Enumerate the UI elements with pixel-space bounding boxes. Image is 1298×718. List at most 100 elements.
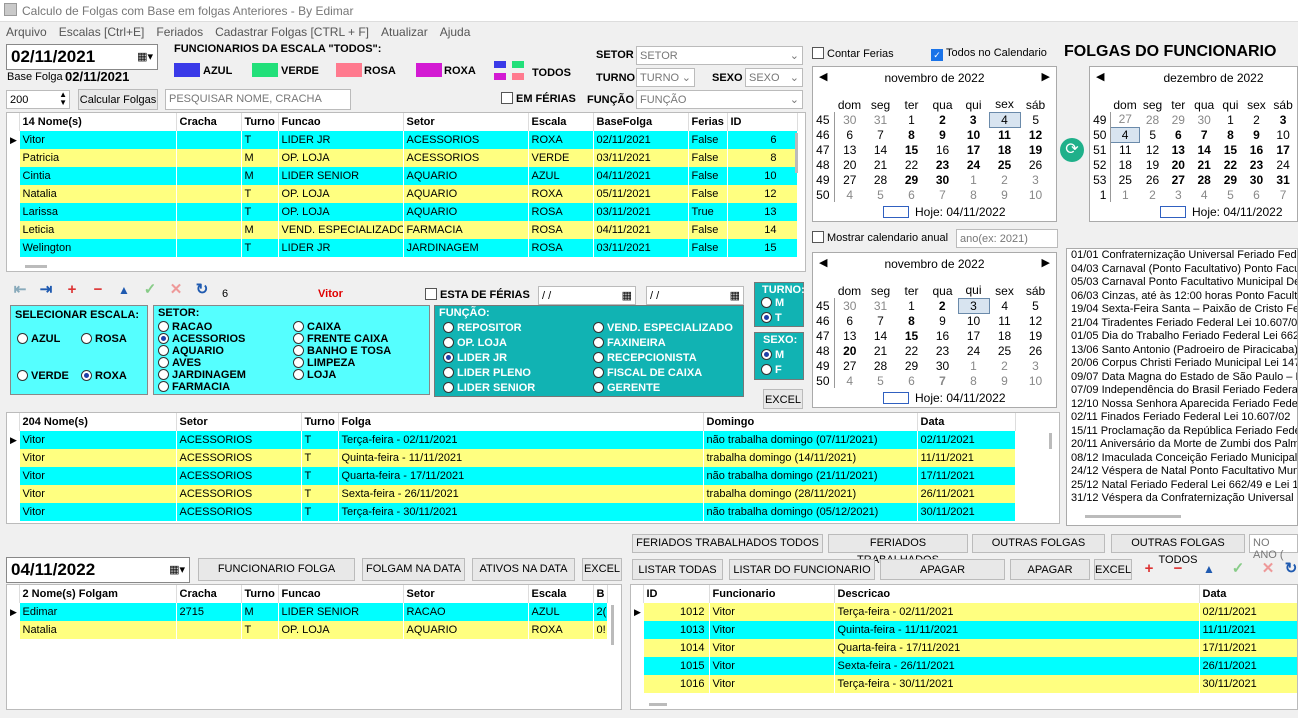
col-turno[interactable]: Turno <box>241 585 279 603</box>
table-row[interactable]: Natalia T OP. LOJA AQUARIO ROXA 0! <box>7 621 608 639</box>
calendar-day[interactable]: 23 <box>927 157 958 172</box>
calendar-day[interactable]: 22 <box>896 343 927 358</box>
calendar-day[interactable]: 1 <box>896 298 927 313</box>
table-row[interactable]: Vitor ACESSORIOS T Quarta-feira - 17/11/202… <box>7 467 1016 485</box>
checkbox-box[interactable] <box>812 231 824 243</box>
calendar-day[interactable]: 17 <box>1270 142 1297 157</box>
calendar-day[interactable]: 7 <box>927 187 958 202</box>
table-row[interactable]: 1015 Vitor Sexta-feira - 26/11/2021 26/11/2… <box>631 657 1297 675</box>
table-row[interactable]: Vitor ACESSORIOS T Terça-feira - 30/11/2021… <box>7 503 1016 521</box>
tab-feriados-trabalhados[interactable]: FERIADOS TRABALHADOS <box>828 534 968 566</box>
folgam-na-data-button[interactable]: FOLGAM NA DATA <box>362 558 465 581</box>
calendar-day[interactable]: 17 <box>958 142 989 157</box>
calendar-day[interactable]: 21 <box>1191 157 1218 172</box>
main-date-picker[interactable]: 02/11/2021 ▦▾ <box>6 44 158 70</box>
remove-icon[interactable]: − <box>1168 559 1188 579</box>
ferias-end-date[interactable]: / / ▦ <box>646 286 744 305</box>
calendar-day[interactable]: 25 <box>1111 172 1139 187</box>
table-row[interactable]: Vitor ACESSORIOS T Quinta-feira - 11/11/202… <box>7 449 1016 467</box>
calendar-day[interactable]: 25 <box>989 343 1020 358</box>
calendar-day[interactable]: 4 <box>988 111 1021 128</box>
col-b[interactable]: B <box>593 585 608 603</box>
calendar-day[interactable]: 16 <box>927 142 958 157</box>
cancel-icon[interactable]: ✕ <box>166 280 186 300</box>
move-up-icon[interactable]: ▲ <box>1199 559 1219 579</box>
calendar-day[interactable]: 29 <box>1166 112 1191 127</box>
col-data[interactable]: Data <box>1199 585 1297 603</box>
azul-swatch[interactable] <box>174 63 200 77</box>
no-ano-input[interactable]: NO ANO ( <box>1249 534 1298 561</box>
setor-jardinagem-radio[interactable]: JARDINAGEM <box>158 369 246 381</box>
calendar-day[interactable]: 9 <box>1243 127 1270 142</box>
col-escala[interactable]: Escala <box>528 585 594 603</box>
calendar-day[interactable]: 14 <box>865 142 896 157</box>
calendar-day[interactable]: 8 <box>896 127 927 142</box>
setor-frente-caixa-radio[interactable]: FRENTE CAIXA <box>293 333 388 345</box>
remove-icon[interactable]: − <box>88 280 108 300</box>
confirm-icon[interactable]: ✓ <box>1228 559 1248 579</box>
checkbox-checked-icon[interactable]: ✓ <box>931 49 943 61</box>
calendar-today[interactable]: Hoje: 04/11/2022 <box>883 205 1006 219</box>
funcao-faxineira-radio[interactable]: FAXINEIRA <box>593 337 666 349</box>
tab-feriados-trabalhados-todos[interactable]: FERIADOS TRABALHADOS TODOS <box>632 534 823 553</box>
calendar-day[interactable]: 12 <box>1020 313 1051 328</box>
calendar-day[interactable]: 16 <box>1243 142 1270 157</box>
calendar-day[interactable]: 30 <box>834 298 865 313</box>
refresh-icon[interactable]: ↻ <box>1284 559 1298 579</box>
calendar-day[interactable]: 13 <box>834 142 865 157</box>
calendar-day[interactable]: 4 <box>834 373 865 388</box>
calendar-day[interactable]: 1 <box>1218 112 1244 127</box>
days-spinner[interactable]: 200 ▲ ▼ <box>6 90 70 109</box>
calendar-today[interactable]: Hoje: 04/11/2022 <box>1160 205 1283 219</box>
move-up-icon[interactable]: ▲ <box>114 280 134 300</box>
menu-escalas[interactable]: Escalas [Ctrl+E] <box>53 22 151 42</box>
feriado-item[interactable]: 02/11 Finados Feriado Federal Lei 10.607… <box>1067 411 1297 425</box>
excel-button[interactable]: EXCEL <box>1094 559 1132 580</box>
calendar-day[interactable]: 14 <box>1191 142 1218 157</box>
cancel-icon[interactable]: ✕ <box>1258 559 1278 579</box>
calendar-day[interactable]: 5 <box>1218 187 1244 202</box>
setor-select[interactable]: SETOR ⌄ <box>636 46 803 65</box>
calendar-day[interactable]: 2 <box>927 298 958 313</box>
feriados-list[interactable]: 01/01 Confraternização Universal Feriado… <box>1066 248 1298 526</box>
calendar-day[interactable]: 4 <box>1191 187 1218 202</box>
calendar-day[interactable]: 2 <box>1139 187 1166 202</box>
menu-atualizar[interactable]: Atualizar <box>375 22 434 42</box>
calendar-day[interactable]: 15 <box>896 328 927 343</box>
calendar-day[interactable]: 5 <box>865 373 896 388</box>
calendar-day[interactable]: 20 <box>834 343 865 358</box>
calendar-today[interactable]: Hoje: 04/11/2022 <box>883 391 1006 405</box>
feriado-item[interactable]: 19/04 Sexta-Feira Santa – Paixão de Cris… <box>1067 303 1297 317</box>
table-row[interactable]: ▶ 1012 Vitor Terça-feira - 02/11/2021 02/11/… <box>631 603 1297 621</box>
todos-swatch[interactable] <box>494 61 526 83</box>
rosa-legend-label[interactable]: ROSA <box>364 65 396 77</box>
calendar-day[interactable]: 31 <box>1270 172 1297 187</box>
table-row[interactable]: Vitor ACESSORIOS T Sexta-feira - 26/11/2021… <box>7 485 1016 503</box>
calendar-day[interactable]: 10 <box>1270 127 1297 142</box>
funcao-lider-senior-radio[interactable]: LIDER SENIOR <box>443 382 535 394</box>
calendar-day[interactable]: 3 <box>1166 187 1191 202</box>
folgam-date-picker[interactable]: 04/11/2022 ▦▾ <box>6 557 190 583</box>
ferias-start-date[interactable]: / / ▦ <box>538 286 636 305</box>
first-record-icon[interactable]: ⇤ <box>10 280 30 300</box>
calendar-grid[interactable]: dom seg ter qua qui sex sáb 49 27 28 29 30 1 2 3 50 4 5 6 7… <box>1093 97 1297 202</box>
calendar-day[interactable]: 27 <box>1111 112 1139 127</box>
calendar-icon[interactable]: ▦ <box>730 289 740 302</box>
calendar-day[interactable]: 9 <box>989 187 1020 202</box>
col-turno[interactable]: Turno <box>301 413 339 431</box>
sexo-select[interactable]: SEXO ⌄ <box>745 68 803 87</box>
calendar-day[interactable]: 29 <box>896 358 927 373</box>
feriado-item[interactable]: 20/11 Aniversário da Morte de Zumbi dos … <box>1067 438 1297 452</box>
escala-rosa-radio[interactable]: ROSA <box>81 333 127 345</box>
esta-ferias-checkbox[interactable]: ESTA DE FÉRIAS <box>425 288 530 301</box>
col-id[interactable]: ID <box>727 113 798 131</box>
col-turno[interactable]: Turno <box>241 113 279 131</box>
calendar-grid[interactable]: dom seg ter qua qui sex sáb 45 30 31 1 2 3 4 5 46 6 7 8 9 10… <box>816 97 1051 202</box>
calendar-day[interactable]: 5 <box>865 187 896 202</box>
refresh-icon[interactable]: ↻ <box>192 280 212 300</box>
calendar-day[interactable]: 10 <box>958 127 989 142</box>
last-record-icon[interactable]: ⇥ <box>36 280 56 300</box>
calendar-day[interactable]: 8 <box>896 313 927 328</box>
calendar-day[interactable]: 28 <box>1191 172 1218 187</box>
calendar-day[interactable]: 28 <box>865 358 896 373</box>
